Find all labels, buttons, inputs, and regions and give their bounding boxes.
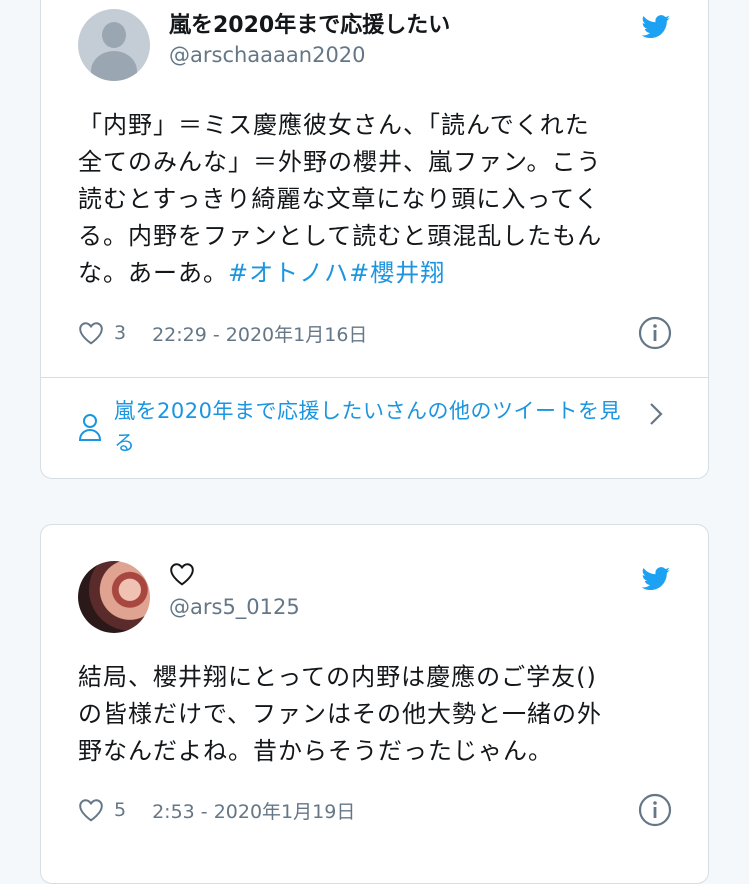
avatar[interactable] [78,9,150,81]
author-name[interactable]: 嵐を2020年まで応援したい [169,7,450,39]
tweet-text-line: 「内野」＝ミス慶應彼女さん、「読んでくれた [78,111,590,139]
heart-icon[interactable] [78,321,104,345]
avatar[interactable] [78,561,150,633]
info-icon[interactable] [638,316,672,350]
heart-icon [170,563,194,586]
tweet-text-line: 読むとすっきり綺麗な文章になり頭に入ってく [78,185,600,213]
tweet-card: @ars5_0125 結局、櫻井翔にとっての内野は慶應のご学友() の皆様だけで… [40,524,709,884]
like-count: 3 [114,322,127,344]
tweet-text: 「内野」＝ミス慶應彼女さん、「読んでくれた 全てのみんな」＝外野の櫻井、嵐ファン… [78,107,678,292]
info-icon[interactable] [638,793,672,827]
person-icon [78,414,102,441]
twitter-bird-icon[interactable] [641,15,671,39]
more-tweets-link[interactable]: 嵐を2020年まで応援したいさんの他のツイートを見る [78,395,678,459]
tweet-text-line: 結局、櫻井翔にとっての内野は慶應のご学友() [78,663,597,691]
tweet-meta: 5 2:53 - 2020年1月19日 [78,792,678,828]
tweet-meta: 3 22:29 - 2020年1月16日 [78,315,678,351]
hashtag-link[interactable]: #オトノハ [228,259,349,287]
like-count: 5 [114,799,127,821]
heart-icon[interactable] [78,798,104,822]
author-handle[interactable]: @ars5_0125 [169,595,300,619]
tweet-timestamp[interactable]: 22:29 - 2020年1月16日 [152,320,367,347]
more-tweets-label[interactable]: 嵐を2020年まで応援したいさんの他のツイートを見る [114,395,634,459]
author-handle[interactable]: @arschaaaan2020 [169,43,366,67]
default-avatar-icon [102,22,126,48]
tweet-text-line: る。内野をファンとして読むと頭混乱したもん [78,222,603,250]
tweet-text-line: 野なんだよね。昔からそうだったじゃん。 [78,737,553,765]
divider [41,377,708,378]
tweet-timestamp[interactable]: 2:53 - 2020年1月19日 [152,797,355,824]
tweet-text: 結局、櫻井翔にとっての内野は慶應のご学友() の皆様だけで、ファンはその他大勢と… [78,659,678,770]
tweet-card: 嵐を2020年まで応援したい @arschaaaan2020 「内野」＝ミス慶應… [40,0,709,479]
twitter-bird-icon[interactable] [641,567,671,591]
chevron-right-icon[interactable] [648,401,664,427]
hashtag-link[interactable]: #櫻井翔 [349,259,445,287]
tweet-text-line: 全てのみんな」＝外野の櫻井、嵐ファン。こう [78,148,602,176]
tweet-text-line: な。あーあ。#オトノハ#櫻井翔 [78,259,446,287]
tweet-text-line: の皆様だけで、ファンはその他大勢と一緒の外 [78,700,603,728]
